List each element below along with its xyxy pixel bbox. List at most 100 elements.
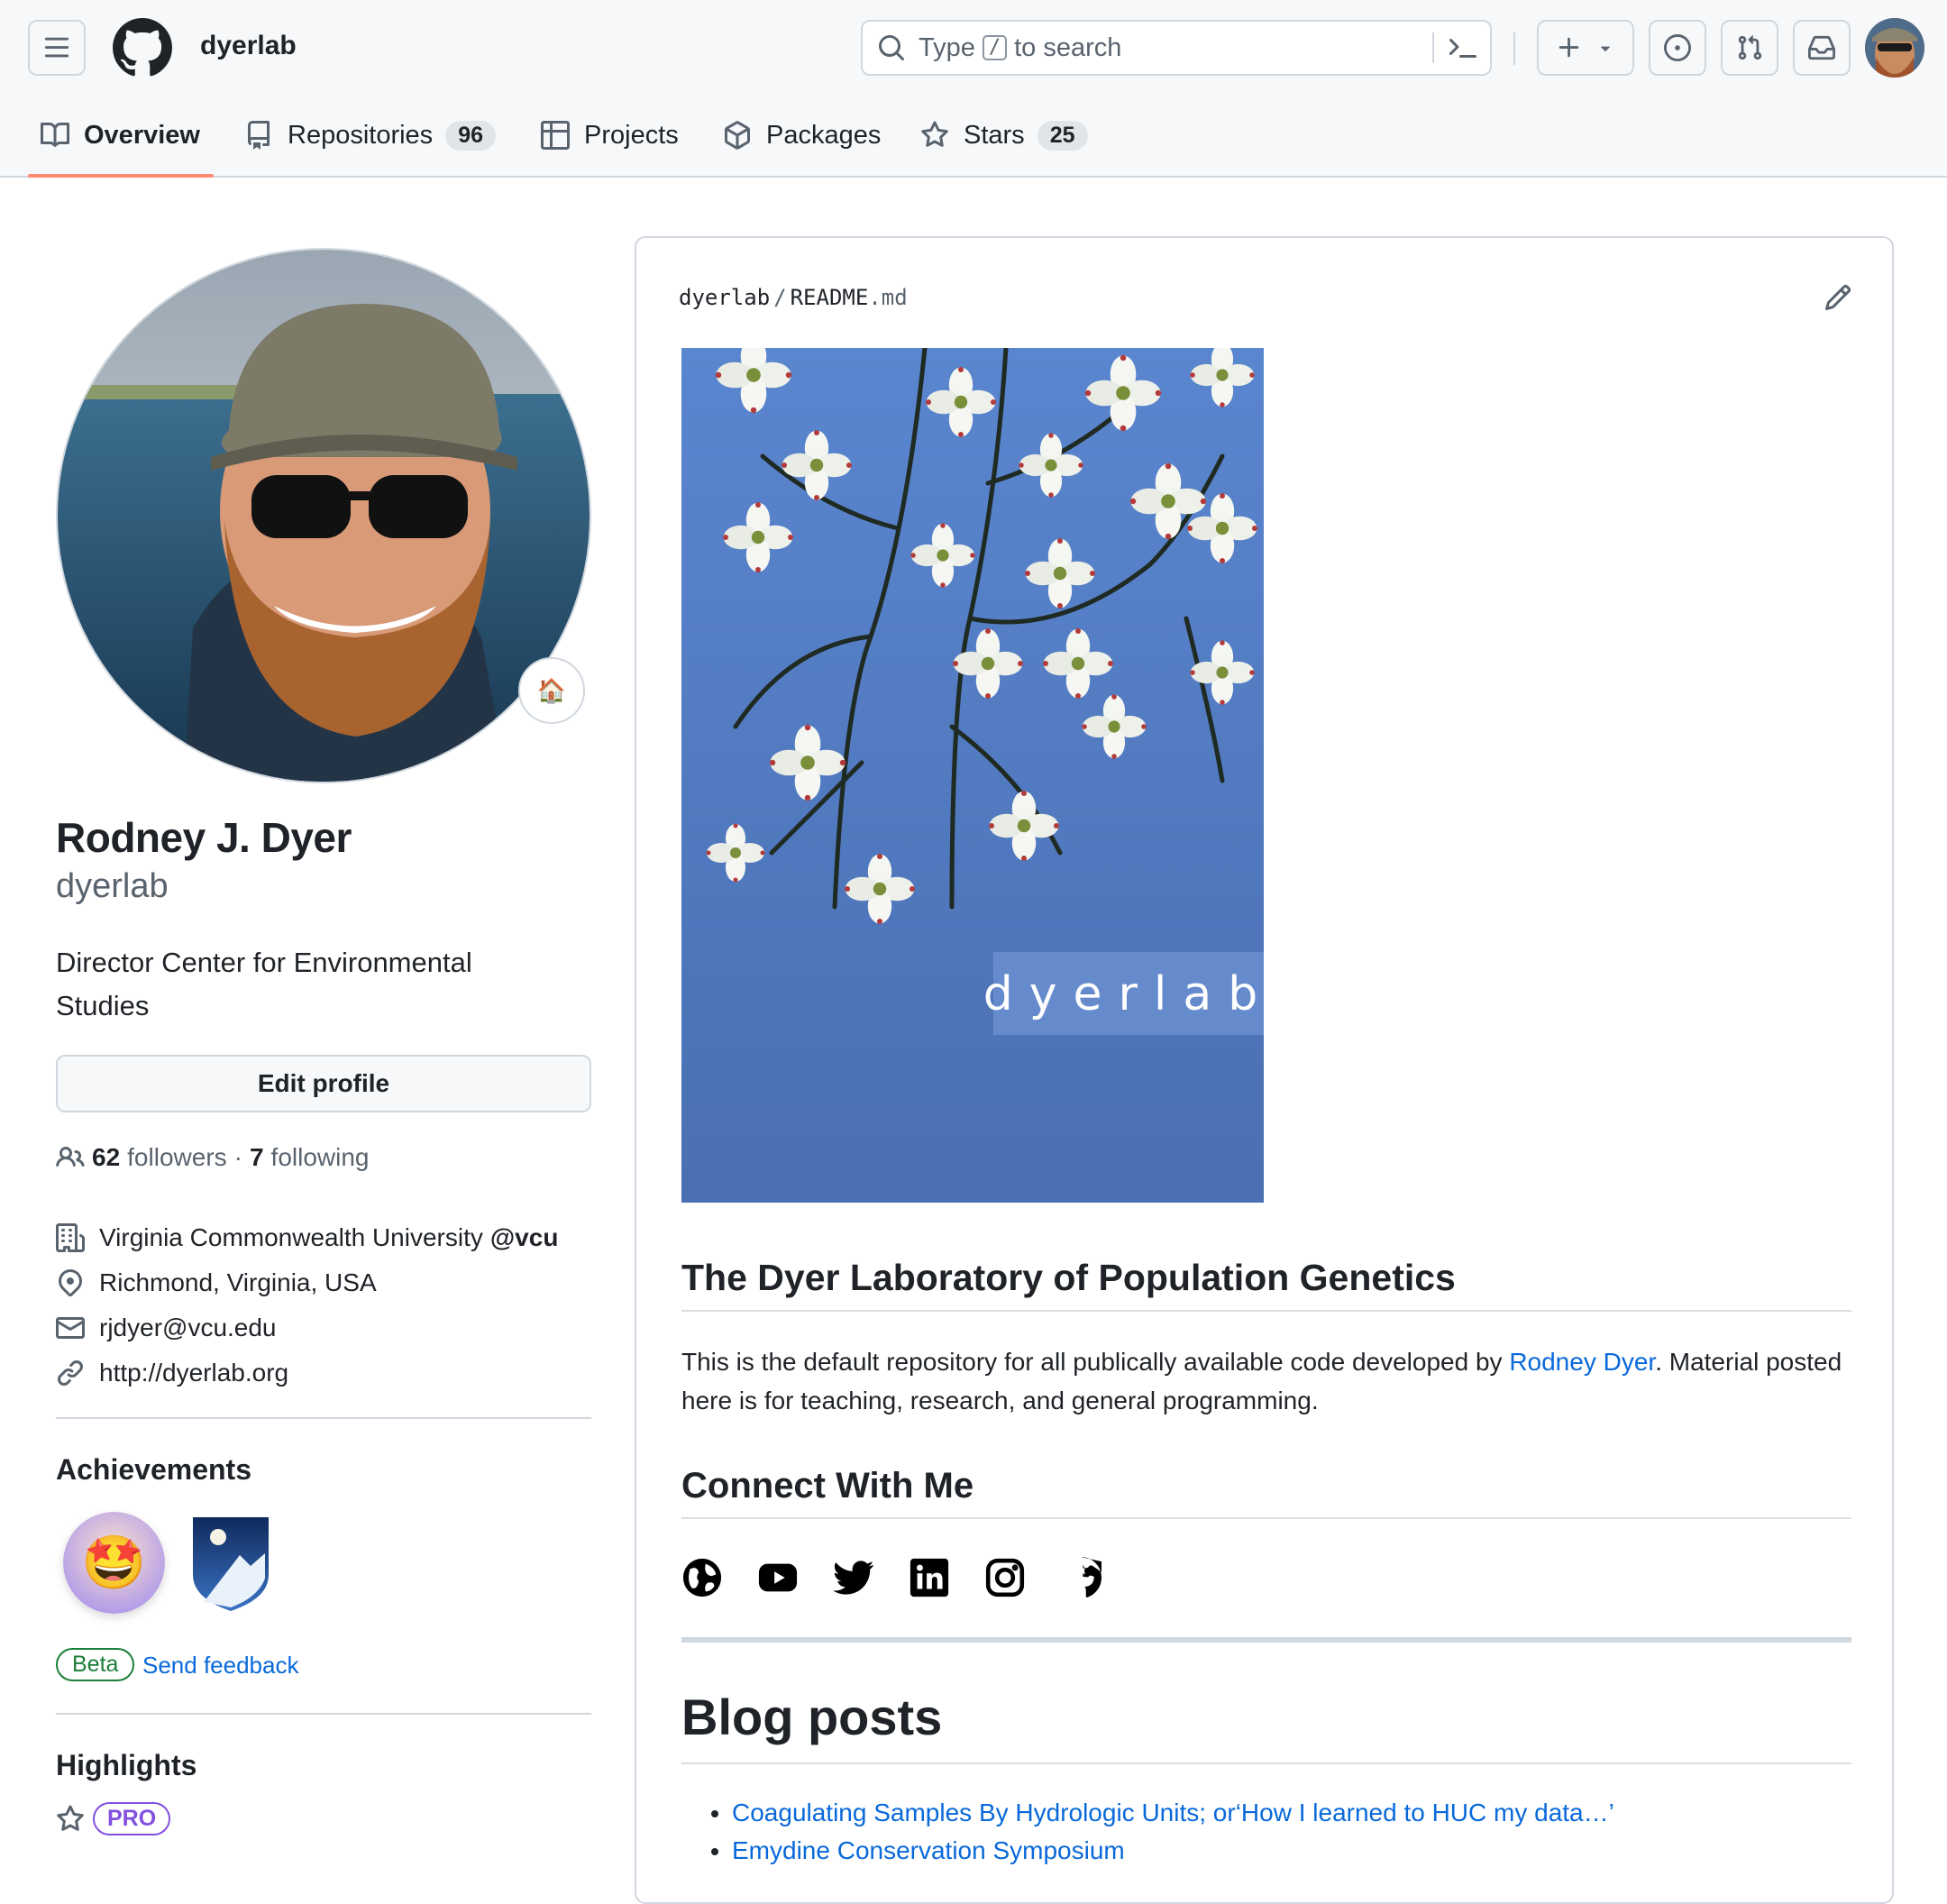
package-icon (725, 121, 750, 150)
arctic-vault-icon (193, 1517, 269, 1611)
command-palette-icon[interactable] (1449, 34, 1477, 63)
list-item: Coagulating Samples By Hydrologic Units;… (732, 1794, 1614, 1832)
rodney-dyer-link[interactable]: Rodney Dyer (1509, 1348, 1655, 1376)
twitter-icon[interactable] (833, 1557, 874, 1598)
email-link[interactable]: rjdyer@vcu.edu (99, 1314, 277, 1342)
user-avatar-menu[interactable] (1865, 18, 1924, 78)
search-divider (1432, 32, 1434, 63)
blog-post-link[interactable]: Emydine Conservation Symposium (732, 1836, 1125, 1864)
organization-icon (56, 1223, 85, 1252)
edit-profile-button[interactable]: Edit profile (56, 1055, 591, 1112)
youtube-icon[interactable] (757, 1557, 799, 1598)
starstruck-icon: 🤩 (63, 1512, 165, 1614)
profile-nav: Overview Repositories 96 Projects Packag… (0, 106, 1947, 178)
inbox-icon (1808, 35, 1835, 60)
status-button[interactable]: 🏠 (518, 657, 585, 724)
tab-overview-label: Overview (84, 120, 200, 150)
blog-post-list: Coagulating Samples By Hydrologic Units;… (681, 1794, 1614, 1870)
profile-photo (58, 250, 590, 782)
followers-link[interactable]: 62 followers (92, 1143, 227, 1172)
email-item: rjdyer@vcu.edu (56, 1305, 558, 1350)
readme-heading: The Dyer Laboratory of Population Geneti… (681, 1257, 1851, 1312)
follow-stats: 62 followers · 7 following (56, 1143, 370, 1172)
table-icon (541, 121, 570, 150)
organization-handle-link[interactable]: @vcu (490, 1223, 559, 1252)
tab-packages[interactable]: Packages (723, 106, 881, 164)
tab-projects[interactable]: Projects (541, 106, 679, 164)
inbox-button[interactable] (1793, 20, 1851, 76)
active-tab-underline (28, 174, 214, 178)
achievements-heading: Achievements (56, 1453, 251, 1486)
pro-badge: PRO (93, 1802, 171, 1835)
tab-stars-label: Stars (964, 120, 1025, 150)
profile-avatar[interactable] (56, 248, 591, 783)
intro-text-before: This is the default repository for all p… (681, 1348, 1510, 1376)
plus-icon (1559, 37, 1579, 58)
list-item: Emydine Conservation Symposium (732, 1832, 1614, 1870)
pencil-icon[interactable] (1824, 283, 1852, 312)
section-divider (681, 1637, 1851, 1643)
tab-overview[interactable]: Overview (41, 106, 200, 164)
readme-file-link[interactable]: README.md (791, 285, 908, 310)
followers-label: followers (127, 1143, 227, 1171)
readme-path-separator: / (773, 285, 787, 310)
beta-badge: Beta (56, 1648, 135, 1681)
location-text: Richmond, Virginia, USA (99, 1268, 377, 1296)
following-count: 7 (249, 1143, 264, 1171)
repositories-count: 96 (445, 120, 496, 151)
issue-opened-icon (1664, 34, 1691, 61)
menu-button[interactable] (28, 20, 86, 76)
issues-button[interactable] (1649, 20, 1706, 76)
blog-post-link[interactable]: Coagulating Samples By Hydrologic Units;… (732, 1799, 1614, 1826)
readme-owner-link[interactable]: dyerlab (679, 285, 770, 310)
mail-icon (56, 1317, 85, 1339)
sidebar-divider (56, 1417, 591, 1419)
location-item: Richmond, Virginia, USA (56, 1260, 558, 1305)
readme-intro-paragraph: This is the default repository for all p… (681, 1342, 1851, 1420)
tab-stars[interactable]: Stars 25 (920, 106, 1088, 164)
cover-title: dyerlab (983, 967, 1264, 1021)
social-links (681, 1557, 1101, 1598)
instagram-icon[interactable] (984, 1557, 1026, 1598)
readme-card: dyerlab / README.md dyerlab The Dyer Lab… (635, 236, 1894, 1904)
link-icon (57, 1359, 84, 1387)
house-icon: 🏠 (536, 676, 567, 704)
following-link[interactable]: 7 following (250, 1143, 370, 1172)
global-header: dyerlab Type / to search Overview Reposi… (0, 0, 1947, 178)
book-icon (41, 122, 69, 147)
send-feedback-link[interactable]: Send feedback (142, 1652, 298, 1680)
star-icon (921, 121, 948, 147)
tab-repositories[interactable]: Repositories 96 (244, 106, 496, 164)
search-shortcut-key: / (982, 35, 1008, 60)
tab-packages-label: Packages (766, 120, 882, 150)
arctic-vault-achievement-badge[interactable] (186, 1512, 276, 1614)
starstruck-achievement-badge[interactable]: 🤩 (63, 1512, 165, 1614)
pull-requests-button[interactable] (1721, 20, 1778, 76)
readme-extension: .md (868, 285, 908, 310)
starstruck-emoji: 🤩 (81, 1533, 146, 1592)
profile-details: Virginia Commonwealth University @vcu Ri… (56, 1215, 558, 1396)
profile-fullname: Rodney J. Dyer (56, 814, 352, 861)
search-input[interactable]: Type / to search (861, 20, 1492, 76)
context-title[interactable]: dyerlab (200, 31, 297, 61)
highlights-heading: Highlights (56, 1749, 197, 1781)
website-link[interactable]: http://dyerlab.org (99, 1359, 288, 1387)
follow-separator: · (233, 1143, 242, 1171)
sidebar-divider-2 (56, 1713, 591, 1715)
readme-filename: README (790, 285, 869, 310)
star-icon (57, 1805, 84, 1831)
followers-count: 62 (92, 1143, 121, 1171)
github-logo-icon[interactable] (113, 18, 172, 78)
readme-path: dyerlab / README.md (679, 285, 908, 310)
profile-bio: Director Center for Environmental Studie… (56, 947, 472, 1021)
github-icon[interactable] (1060, 1557, 1101, 1598)
search-placeholder-prefix: Type (919, 32, 975, 62)
tab-projects-label: Projects (584, 120, 679, 150)
dyerlab-cover-image: dyerlab (681, 348, 1264, 1203)
website-item: http://dyerlab.org (56, 1350, 558, 1396)
create-new-button[interactable] (1537, 20, 1634, 76)
repo-icon (248, 121, 270, 150)
hamburger-icon (44, 37, 69, 58)
globe-icon[interactable] (681, 1557, 723, 1598)
linkedin-icon[interactable] (909, 1557, 950, 1598)
